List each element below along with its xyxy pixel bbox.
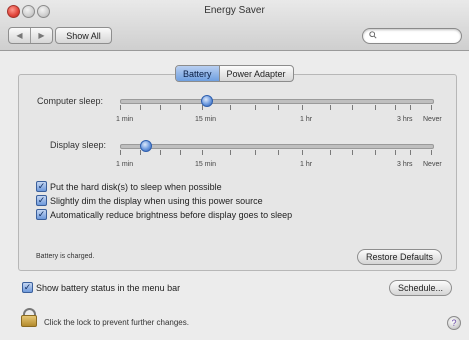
checkbox-dim-display[interactable]: ✓ [36, 195, 47, 206]
checkbox-row-reduce-brightness[interactable]: ✓ Automatically reduce brightness before… [36, 209, 292, 220]
checkbox-row-dim-display[interactable]: ✓ Slightly dim the display when using th… [36, 195, 263, 206]
checkbox-hard-disk-sleep[interactable]: ✓ [36, 181, 47, 192]
lock-text: Click the lock to prevent further change… [44, 318, 189, 327]
computer-sleep-tick-1min: 1 min [116, 116, 134, 123]
computer-sleep-tick-3hrs: 3 hrs [397, 116, 413, 123]
computer-sleep-tick-never: Never [423, 116, 442, 123]
checkbox-reduce-brightness[interactable]: ✓ [36, 209, 47, 220]
checkbox-label-show-battery-status: Show battery status in the menu bar [36, 282, 181, 293]
checkbox-row-hard-disk-sleep[interactable]: ✓ Put the hard disk(s) to sleep when pos… [36, 181, 222, 192]
computer-sleep-slider-knob[interactable] [201, 95, 213, 107]
display-sleep-tick-1hr: 1 hr [300, 161, 313, 168]
forward-button[interactable]: ▶ [30, 28, 52, 43]
restore-defaults-button[interactable]: Restore Defaults [357, 249, 443, 265]
battery-status-text: Battery is charged. [36, 253, 95, 260]
display-sleep-tick-1min: 1 min [116, 161, 134, 168]
display-sleep-label: Display sleep: [50, 140, 107, 150]
display-sleep-slider-track[interactable] [120, 144, 434, 149]
search-field[interactable] [362, 28, 462, 44]
title-toolbar: Energy Saver ◀ ▶ Show All [0, 0, 469, 51]
checkbox-label-reduce-brightness: Automatically reduce brightness before d… [50, 209, 293, 220]
checkbox-row-show-battery-status[interactable]: ✓ Show battery status in the menu bar [22, 282, 180, 293]
checkbox-label-hard-disk-sleep: Put the hard disk(s) to sleep when possi… [50, 181, 222, 192]
tab-battery[interactable]: Battery [176, 66, 219, 81]
computer-sleep-ticks [120, 105, 432, 111]
window-title: Energy Saver [204, 5, 265, 16]
display-sleep-tick-never: Never [423, 161, 442, 168]
display-sleep-ticks [120, 150, 432, 156]
computer-sleep-label: Computer sleep: [37, 96, 104, 106]
display-sleep-tick-3hrs: 3 hrs [397, 161, 413, 168]
checkbox-show-battery-status[interactable]: ✓ [22, 282, 33, 293]
back-button[interactable]: ◀ [9, 28, 30, 43]
help-button[interactable]: ? [447, 316, 461, 330]
computer-sleep-tick-1hr: 1 hr [300, 116, 313, 123]
power-source-tabs: Battery Power Adapter [175, 65, 294, 82]
show-all-button[interactable]: Show All [55, 27, 112, 44]
display-sleep-tick-15min: 15 min [195, 161, 217, 168]
back-forward-control: ◀ ▶ [8, 27, 53, 44]
schedule-button[interactable]: Schedule... [389, 280, 453, 296]
lock-icon[interactable] [20, 308, 37, 327]
search-icon [369, 31, 377, 41]
checkbox-label-dim-display: Slightly dim the display when using this… [50, 195, 263, 206]
computer-sleep-tick-15min: 15 min [195, 116, 217, 123]
energy-saver-window: Energy Saver ◀ ▶ Show All Battery Power … [0, 0, 469, 340]
tab-power-adapter[interactable]: Power Adapter [218, 66, 293, 81]
computer-sleep-slider-track[interactable] [120, 99, 434, 104]
display-sleep-slider-knob[interactable] [140, 140, 152, 152]
